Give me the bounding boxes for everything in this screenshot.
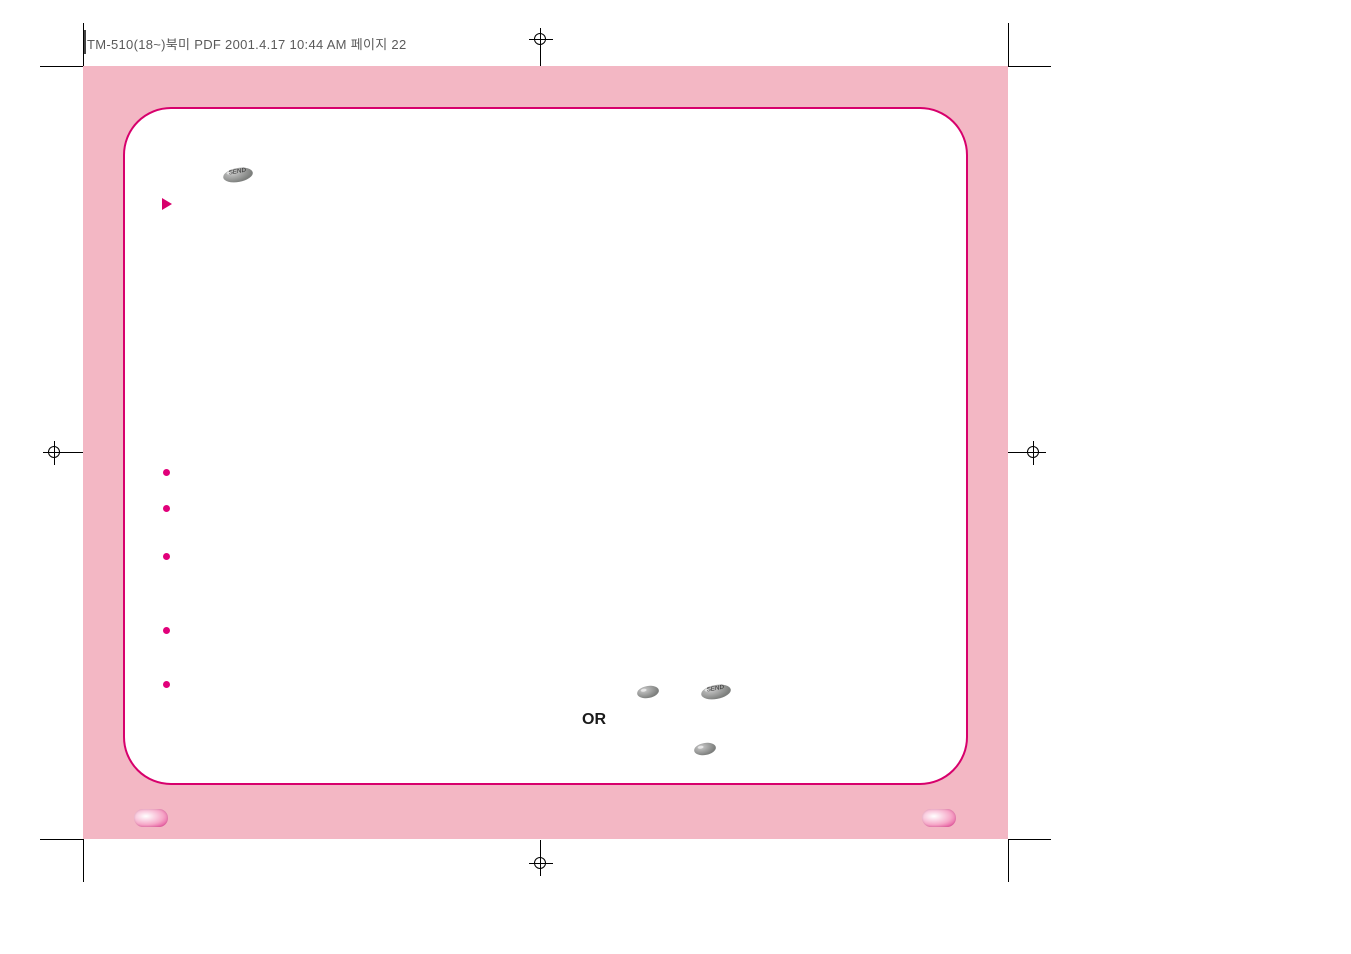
or-label: OR: [582, 711, 606, 729]
bullet-icon: [163, 627, 170, 634]
bullet-icon: [163, 505, 170, 512]
registration-mark-top: [529, 28, 553, 52]
crop-mark: [1008, 839, 1009, 882]
page-number-left: 22: [134, 809, 152, 826]
bullet-icon: [163, 553, 170, 560]
page-number-tab-left: 22: [134, 809, 168, 827]
crop-mark: [40, 66, 83, 67]
page-number-right: 23: [922, 809, 940, 826]
header-divider: [84, 30, 86, 54]
crop-mark: [1008, 66, 1051, 67]
crop-mark: [83, 23, 84, 66]
document-header-filename: TM-510(18~)북미 PDF 2001.4.17 10:44 AM 페이지…: [87, 34, 406, 53]
registration-mark-right: [1022, 441, 1046, 465]
crop-line: [67, 452, 83, 453]
crop-line: [540, 52, 541, 66]
page-number-tab-right: 23: [922, 809, 956, 827]
crop-mark: [40, 839, 83, 840]
content-panel: [123, 107, 968, 785]
crop-line: [1008, 452, 1024, 453]
registration-mark-left: [43, 441, 67, 465]
step-triangle-icon: [162, 198, 172, 210]
crop-mark: [1008, 23, 1009, 66]
bullet-icon: [163, 469, 170, 476]
registration-mark-bottom: [529, 852, 553, 876]
crop-mark: [1008, 839, 1051, 840]
crop-mark: [83, 839, 84, 882]
crop-line: [540, 840, 541, 854]
bullet-icon: [163, 681, 170, 688]
